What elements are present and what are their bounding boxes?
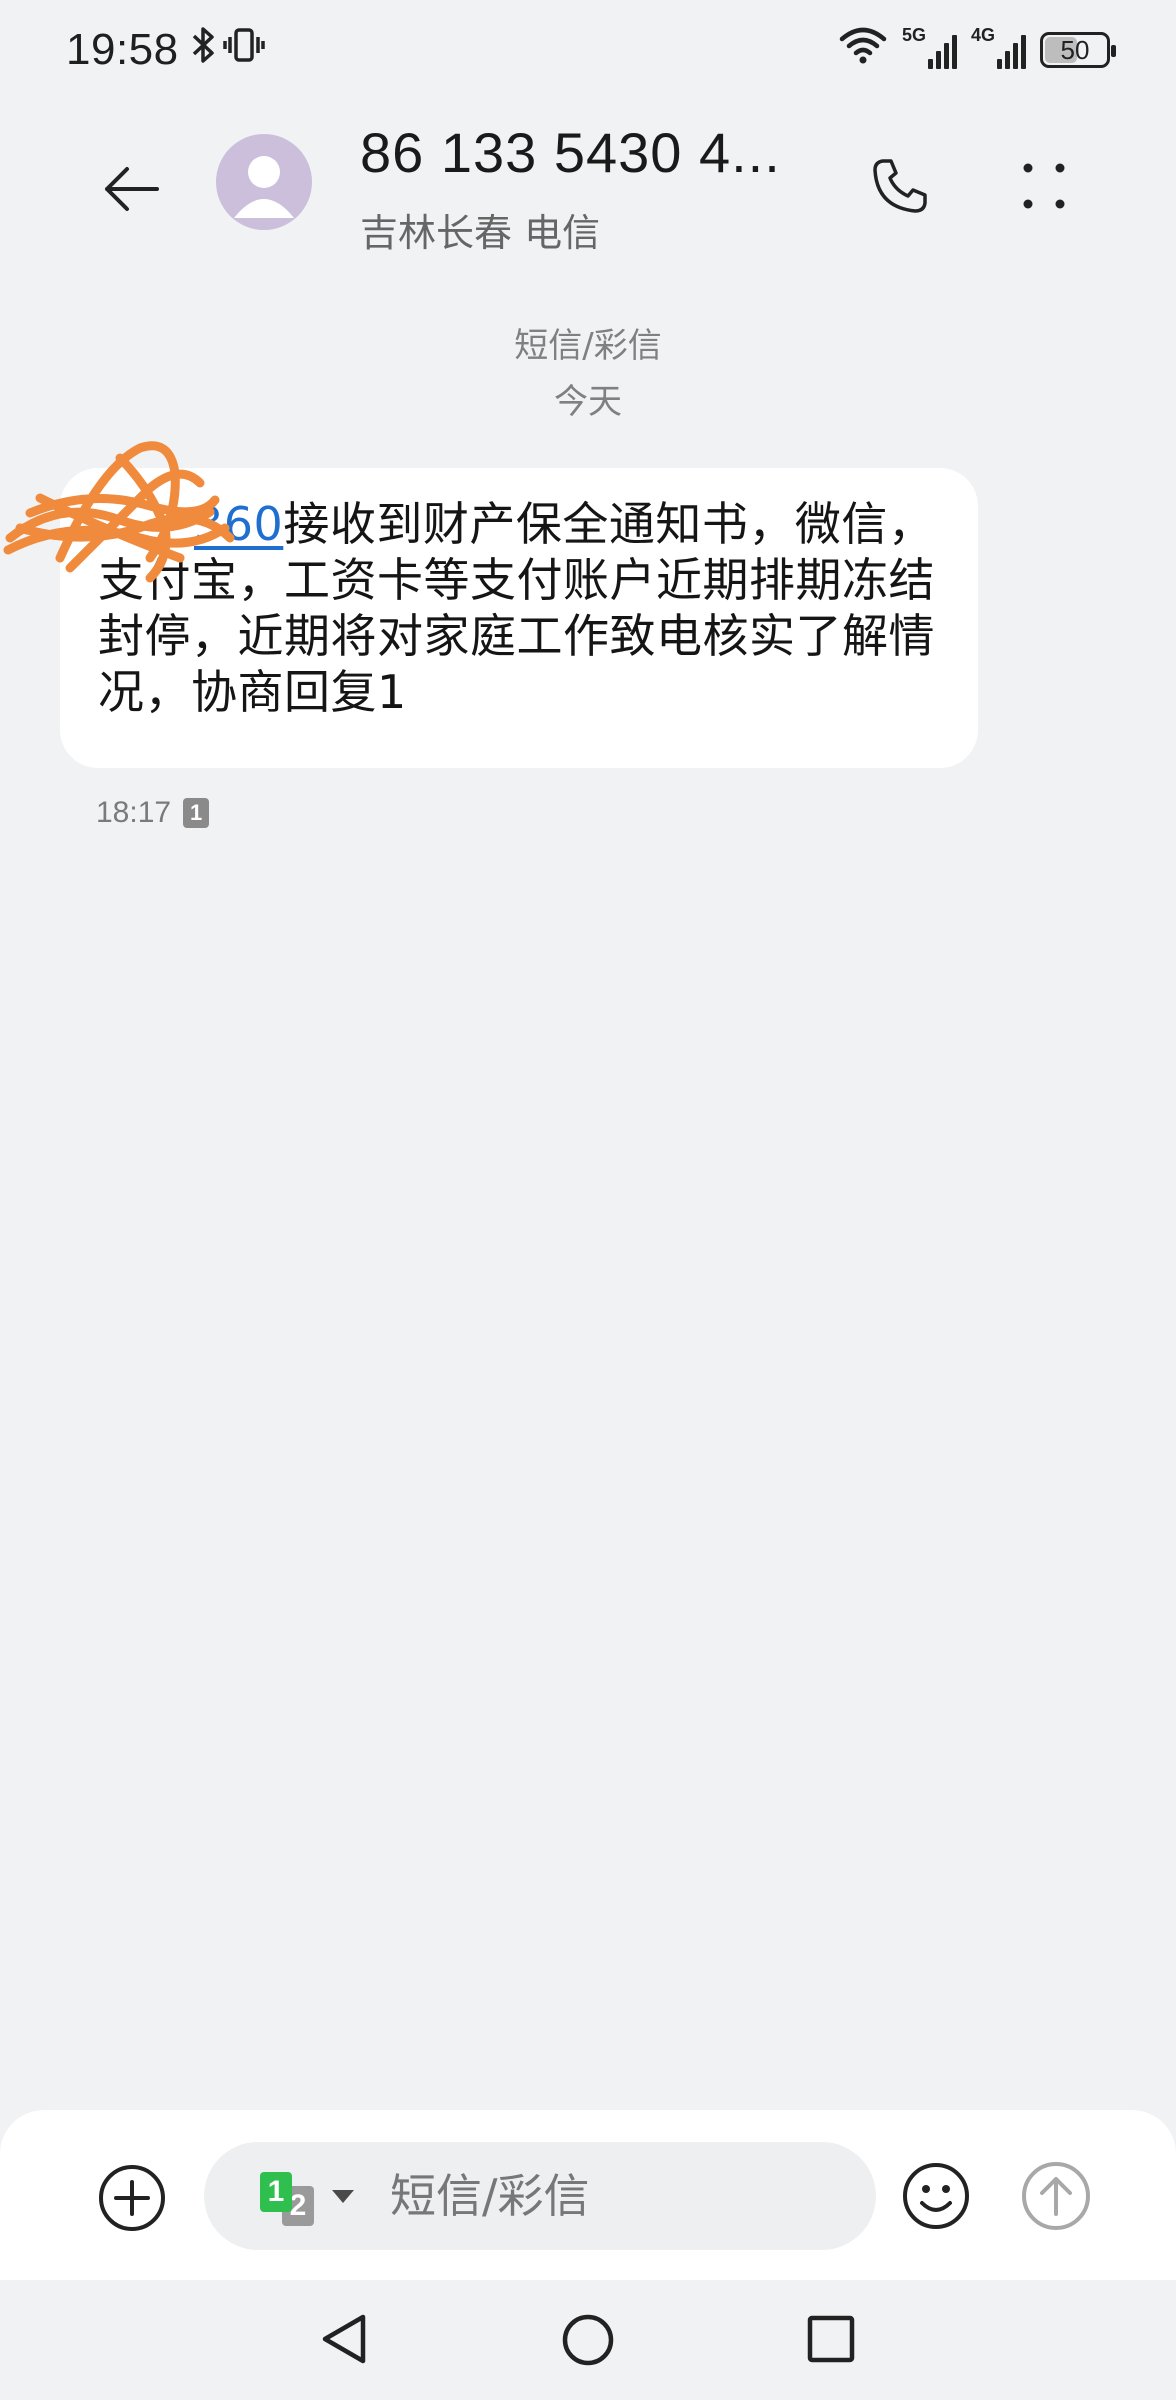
vibrate-icon (222, 25, 265, 75)
chevron-down-icon[interactable] (332, 2189, 354, 2203)
call-button[interactable] (860, 146, 940, 226)
message-text: 360接收到财产保全通知书，微信，支付宝，工资卡等支付账户近期排期冻结封停，近期… (98, 496, 942, 720)
message-time: 18:17 (96, 796, 172, 829)
signal-5g-label: 5G (902, 25, 927, 45)
more-options-button[interactable] (1004, 146, 1084, 226)
back-button[interactable] (92, 150, 170, 228)
nav-back-icon (322, 2314, 366, 2364)
sim-primary: 1 (260, 2172, 292, 2212)
date-separator: 今天 (554, 382, 622, 422)
sim-badge: 1 (183, 798, 210, 828)
status-right-icons: 5G 4G 50 (838, 25, 1116, 75)
message-input-container: 2 1 (204, 2142, 876, 2250)
phone-call-icon (873, 159, 927, 213)
nav-back-button[interactable] (310, 2304, 380, 2374)
add-attachment-button[interactable] (96, 2162, 168, 2234)
message-input[interactable] (390, 2169, 830, 2223)
battery-icon: 50 (1040, 32, 1116, 68)
battery-level: 50 (1060, 34, 1090, 65)
back-arrow-icon (105, 167, 159, 211)
nav-recents-button[interactable] (796, 2304, 866, 2374)
message-meta: 18:17 1 (96, 796, 210, 830)
nav-home-icon (562, 2314, 614, 2366)
status-bar: 19:58 5G 4G 50 (0, 0, 1176, 100)
system-navigation-bar (0, 2280, 1176, 2400)
contact-location: 吉林长春 电信 (360, 211, 601, 255)
send-icon (1022, 2162, 1090, 2230)
wifi-icon (838, 25, 888, 75)
signal-5g-icon: 5G (902, 25, 957, 69)
nav-recents-icon (807, 2315, 855, 2363)
status-time: 19:58 (66, 25, 179, 74)
message-type-label: 短信/彩信 (514, 326, 662, 366)
add-attachment-icon (99, 2165, 165, 2231)
contact-avatar[interactable] (216, 134, 312, 230)
signal-4g-icon: 4G (971, 25, 1026, 69)
signal-4g-label: 4G (971, 25, 996, 45)
more-vertical-icon (1023, 163, 1065, 209)
sim-switch-icon[interactable]: 2 1 (252, 2166, 324, 2226)
contact-avatar-icon (234, 156, 294, 218)
message-composer: 2 1 (0, 2110, 1176, 2280)
incoming-message-bubble[interactable]: 360接收到财产保全通知书，微信，支付宝，工资卡等支付账户近期排期冻结封停，近期… (3, 441, 978, 768)
nav-home-button[interactable] (552, 2304, 624, 2376)
contact-name[interactable]: 86 133 5430 4... (360, 120, 781, 185)
bluetooth-icon (191, 25, 217, 75)
conversation-header: 86 133 5430 4... 吉林长春 电信 (0, 110, 1176, 260)
send-button[interactable] (1016, 2156, 1096, 2236)
message-link[interactable]: 360 (194, 497, 283, 551)
emoji-icon (903, 2163, 969, 2229)
status-left-icons (191, 25, 265, 75)
emoji-button[interactable] (898, 2158, 974, 2234)
